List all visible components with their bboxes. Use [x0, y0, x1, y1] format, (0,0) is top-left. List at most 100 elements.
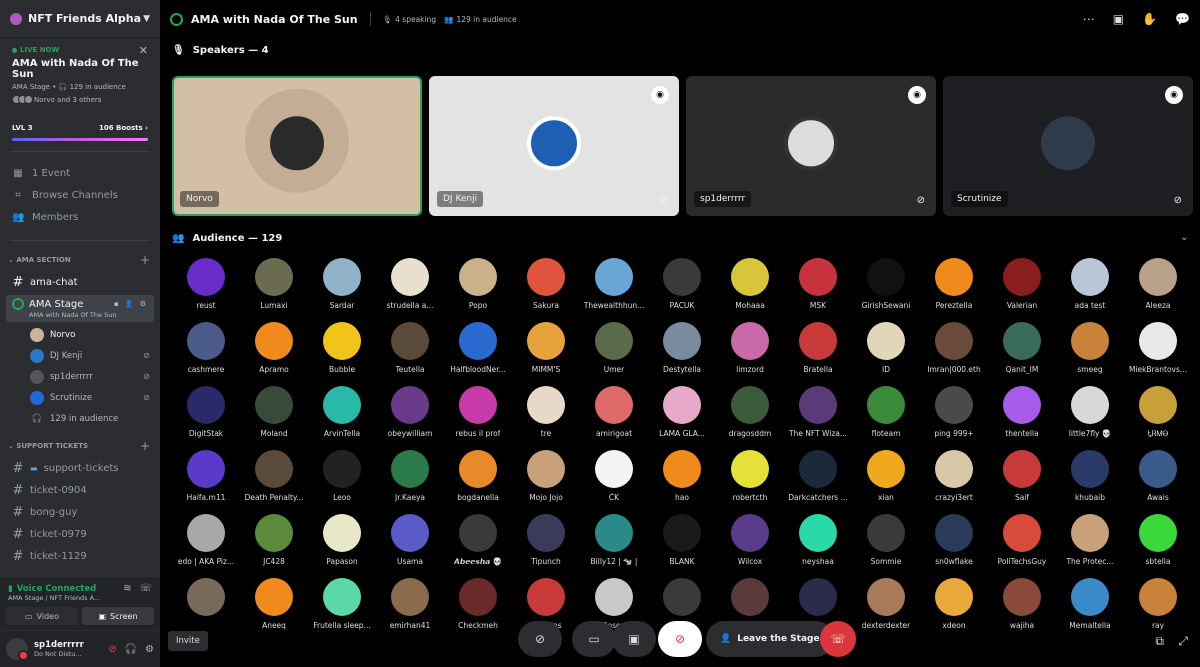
audience-member[interactable]: Imran|000.eth — [920, 322, 988, 386]
audience-member[interactable]: Jr.Kaeya — [376, 450, 444, 514]
channel-bong-guy[interactable]: # bong-guy — [6, 501, 154, 523]
audience-member[interactable]: LAMA GLA... — [648, 386, 716, 450]
audience-member[interactable]: The Protec... — [1056, 514, 1124, 578]
audience-header[interactable]: 👥 Audience — 129 ⌄ — [160, 226, 1200, 250]
audience-member[interactable]: Death Penalty... — [240, 450, 308, 514]
voice-user-scrutinize[interactable]: Scrutinize ⊘ — [30, 387, 160, 408]
audience-member[interactable]: strudella a... — [376, 258, 444, 322]
audience-member[interactable]: BLANK — [648, 514, 716, 578]
audience-member[interactable]: hao — [648, 450, 716, 514]
speaker-tile[interactable]: DJ Kenji ◉ ⊘ — [429, 76, 679, 216]
audience-member[interactable]: Popo — [444, 258, 512, 322]
voice-user-norvo[interactable]: Norvo — [30, 324, 160, 345]
audience-member[interactable]: Darkcatchers ... — [784, 450, 852, 514]
audience-member[interactable]: rebus il prof — [444, 386, 512, 450]
audience-count-row[interactable]: 🎧 129 in audience — [30, 408, 160, 429]
screen-share-button[interactable]: ▣ — [612, 621, 656, 657]
audience-member[interactable]: thentella — [988, 386, 1056, 450]
audience-member[interactable]: bogdanella — [444, 450, 512, 514]
audience-member[interactable]: sn0wflake — [920, 514, 988, 578]
audience-member[interactable]: floteam — [852, 386, 920, 450]
audience-member[interactable]: Aleeza — [1124, 258, 1192, 322]
audience-member[interactable]: Leoo — [308, 450, 376, 514]
screen-share-button[interactable]: ▣ Screen — [82, 607, 154, 625]
add-channel-icon[interactable]: + — [140, 253, 150, 267]
nav-browse-channels[interactable]: ⌗ Browse Channels — [0, 184, 160, 206]
audience-member[interactable]: The NFT Wiza... — [784, 386, 852, 450]
channel-actions[interactable]: ▪ 👤 ⚙ — [114, 300, 148, 308]
audience-member[interactable]: obeywilliam — [376, 386, 444, 450]
audience-member[interactable]: Umer — [580, 322, 648, 386]
audience-member[interactable]: crazyi3ert — [920, 450, 988, 514]
audience-member[interactable]: 𝘼𝙗𝙚𝙚𝙨𝙝𝙖 💀 — [444, 514, 512, 578]
camera-button[interactable]: ▭ — [572, 621, 616, 657]
audience-member[interactable]: Usama — [376, 514, 444, 578]
audience-member[interactable]: Billy12 | 🐄 | — [580, 514, 648, 578]
popout-icon[interactable]: ⧉ — [1155, 634, 1164, 649]
audience-member[interactable]: JC428 — [240, 514, 308, 578]
user-info[interactable]: sp1derrrrr Do Not Distu... — [34, 640, 84, 658]
close-icon[interactable]: ✕ — [139, 44, 148, 57]
audience-member[interactable]: GirishSewani — [852, 258, 920, 322]
audience-member[interactable]: amirigoat — [580, 386, 648, 450]
audience-member[interactable]: ᎿᏒᎷᎾ — [1124, 386, 1192, 450]
channel-ticket-0979[interactable]: # ticket-0979 — [6, 523, 154, 545]
audience-member[interactable]: Valerian — [988, 258, 1056, 322]
audience-member[interactable]: ada test — [1056, 258, 1124, 322]
audience-member[interactable]: smeeg — [1056, 322, 1124, 386]
audience-member[interactable]: Moland — [240, 386, 308, 450]
audience-member[interactable]: robertcth — [716, 450, 784, 514]
headphones-icon[interactable]: 🎧 — [125, 644, 137, 655]
audience-member[interactable]: ping 999+ — [920, 386, 988, 450]
category-ama-section[interactable]: ⌄ AMA SECTION + — [0, 251, 160, 271]
audience-member[interactable]: Sardar — [308, 258, 376, 322]
channel-ama-chat[interactable]: # ama-chat — [6, 271, 154, 293]
speaker-toggle-button[interactable]: ⊘ — [518, 621, 562, 657]
audience-member[interactable]: Awais — [1124, 450, 1192, 514]
audience-member[interactable]: PACUK — [648, 258, 716, 322]
avatar[interactable] — [6, 638, 29, 661]
disconnect-icon[interactable]: ☏ — [139, 583, 152, 594]
audience-member[interactable]: Destytella — [648, 322, 716, 386]
audience-member[interactable]: Tipunch — [512, 514, 580, 578]
audience-member[interactable]: MiekBrantovs... — [1124, 322, 1192, 386]
channel-ticket-0904[interactable]: # ticket-0904 — [6, 479, 154, 501]
audience-member[interactable]: ČK — [580, 450, 648, 514]
video-button[interactable]: ▭ Video — [6, 607, 78, 625]
audience-member[interactable]: Sakura — [512, 258, 580, 322]
audience-member[interactable]: Qanit_IM — [988, 322, 1056, 386]
noise-suppression-icon[interactable]: ≋ — [123, 583, 131, 594]
audience-member[interactable]: HalfbloodNer... — [444, 322, 512, 386]
fullscreen-icon[interactable]: ⤢ — [1178, 634, 1188, 649]
audience-member[interactable]: Apramo — [240, 322, 308, 386]
audience-member[interactable]: Wilcox — [716, 514, 784, 578]
audience-member[interactable]: PoliTechsGuy — [988, 514, 1056, 578]
speaker-tile[interactable]: Norvo — [172, 76, 422, 216]
chevron-down-icon[interactable]: ⌄ — [1180, 233, 1188, 243]
category-support-tickets[interactable]: ⌄ SUPPORT TICKETS + — [0, 429, 160, 457]
audience-member[interactable]: Mojo Jojo — [512, 450, 580, 514]
audience-member[interactable]: little7fly 💀 — [1056, 386, 1124, 450]
voice-channel-path[interactable]: AMA Stage / NFT Friends A... — [0, 594, 160, 602]
audience-member[interactable]: Papason — [308, 514, 376, 578]
channel-ticket-1129[interactable]: # ticket-1129 — [6, 545, 154, 567]
speaker-tile[interactable]: Scrutinize ◉ ⊘ — [943, 76, 1193, 216]
audience-member[interactable]: MIMM'S — [512, 322, 580, 386]
voice-user-sp1derrrrr[interactable]: sp1derrrrr ⊘ — [30, 366, 160, 387]
audience-member[interactable]: Haifa.m11 — [172, 450, 240, 514]
disconnect-button[interactable]: ☏ — [820, 621, 856, 657]
gear-icon[interactable]: ⚙ — [145, 644, 154, 655]
speaker-tile[interactable]: sp1derrrrr ◉ ⊘ — [686, 76, 936, 216]
leave-stage-button[interactable]: 👤 Leave the Stage — [706, 621, 834, 657]
audience-member[interactable]: ID — [852, 322, 920, 386]
chevron-down-icon[interactable]: ▼ — [143, 14, 150, 24]
audience-member[interactable]: cashmere — [172, 322, 240, 386]
audience-member[interactable]: Bratella — [784, 322, 852, 386]
mute-button[interactable]: ⊘ — [658, 621, 702, 657]
audience-member[interactable]: limzord — [716, 322, 784, 386]
audience-member[interactable]: khubaib — [1056, 450, 1124, 514]
audience-member[interactable]: Pereztella — [920, 258, 988, 322]
audience-member[interactable]: Sommie — [852, 514, 920, 578]
audience-member[interactable]: Lumaxi — [240, 258, 308, 322]
audience-member[interactable]: Thewealthhun... — [580, 258, 648, 322]
